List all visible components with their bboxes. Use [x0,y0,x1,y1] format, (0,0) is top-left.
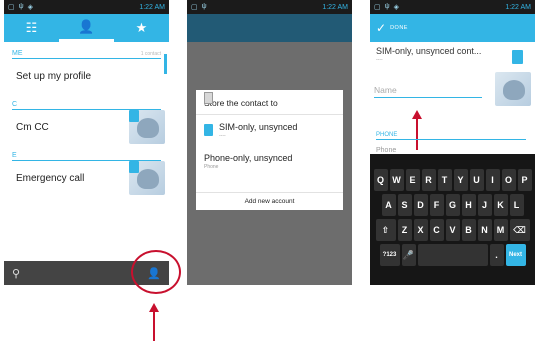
annotation-arrow [149,303,159,341]
option-phone[interactable]: Phone-only, unsynced Phone [196,92,343,177]
key[interactable]: W [389,169,404,191]
backspace-key-icon[interactable]: ⌫ [509,219,530,241]
dimmed-action-bar [187,14,352,42]
contact-photo[interactable] [129,161,165,195]
status-bar: ▢ ψ 1:22 AM [187,0,352,14]
mic-key-icon[interactable]: 🎤 [401,244,416,266]
notification-icon: ▢ [191,4,198,11]
sim-icon [204,124,213,136]
name-field[interactable]: Name [374,78,482,98]
symbols-key[interactable]: ?123 [379,244,400,266]
notification-icon: ▢ [374,4,381,11]
contact-list: ME 1 contact Set up my profile C Cm CC E… [4,48,169,267]
key[interactable]: H [461,194,476,216]
groups-icon: ☷ [25,20,38,35]
contact-photo[interactable] [129,110,165,144]
key[interactable]: N [477,219,492,241]
add-account-button[interactable]: Add new account [196,192,343,210]
key[interactable]: E [405,169,420,191]
status-bar: ▢ ψ ◈ 1:22 AM [4,0,169,14]
usb-icon: ψ [384,3,390,10]
clock: 1:22 AM [505,3,531,11]
phone-section-header: PHONE [376,132,526,140]
notification-icon: ▢ [8,4,15,11]
person-icon: 👤 [78,18,95,34]
list-item[interactable]: Emergency call [4,161,169,195]
sync-icon: ◈ [393,4,400,11]
key[interactable]: Q [373,169,388,191]
scrollbar[interactable] [164,54,167,74]
key[interactable]: V [445,219,460,241]
keyboard-row-1: Q W E R T Y U I O P [372,169,533,191]
keyboard-row-4: ?123 🎤 . Next [372,244,533,266]
section-header: C [12,99,161,110]
usb-icon: ψ [18,3,24,10]
store-contact-dialog: Store the contact to SIM-only, unsynced … [196,90,343,210]
list-item[interactable]: Set up my profile [4,59,169,93]
edit-contact-screen: ▢ ψ ◈ 1:22 AM ✓ DONE SIM-only, unsynced … [370,0,535,285]
key[interactable]: C [429,219,444,241]
space-key[interactable] [417,244,488,266]
key[interactable]: X [413,219,428,241]
sim-icon [512,50,523,64]
tab-bar: ☷ 👤 ★ [4,14,169,42]
period-key[interactable]: . [489,244,504,266]
keyboard-row-3: ⇧ Z X C V B N M ⌫ [372,219,533,241]
clock: 1:22 AM [139,3,165,11]
section-header: ME 1 contact [12,50,161,59]
done-bar[interactable]: ✓ DONE [370,14,535,42]
keyboard-hint-row [372,156,533,166]
search-icon[interactable]: ⚲ [12,267,20,280]
key[interactable]: U [469,169,484,191]
phone-icon [204,92,213,104]
usb-icon: ψ [201,3,207,10]
key[interactable]: S [397,194,412,216]
key[interactable]: B [461,219,476,241]
key[interactable]: P [517,169,532,191]
annotation-arrow [412,110,422,150]
contact-photo[interactable] [495,72,531,106]
key[interactable]: O [501,169,516,191]
key[interactable]: D [413,194,428,216]
key[interactable]: K [493,194,508,216]
key[interactable]: J [477,194,492,216]
done-label: DONE [390,25,408,31]
highlight-circle [131,250,181,294]
next-key[interactable]: Next [505,244,526,266]
keyboard-row-2: A S D F G H J K L [372,194,533,216]
tab-favorites[interactable]: ★ [114,14,169,42]
store-contact-screen: ▢ ψ 1:22 AM Store the contact to SIM-onl… [187,0,352,285]
key[interactable]: A [381,194,396,216]
key[interactable]: Z [397,219,412,241]
shift-key-icon[interactable]: ⇧ [375,219,396,241]
clock: 1:22 AM [322,3,348,11]
option-sim[interactable]: SIM-only, unsynced ---- [196,115,343,146]
tab-groups[interactable]: ☷ [4,14,59,42]
check-icon: ✓ [376,21,387,35]
account-selector[interactable]: SIM-only, unsynced cont... ---- [370,42,535,70]
key[interactable]: Y [453,169,468,191]
phone-field[interactable]: Phone [376,147,396,154]
key[interactable]: T [437,169,452,191]
key[interactable]: F [429,194,444,216]
star-icon: ★ [135,20,148,35]
status-bar: ▢ ψ ◈ 1:22 AM [370,0,535,14]
key[interactable]: L [509,194,524,216]
sync-icon: ◈ [27,4,34,11]
key[interactable]: I [485,169,500,191]
key[interactable]: R [421,169,436,191]
tab-contacts[interactable]: 👤 [59,14,114,42]
contacts-screen: ▢ ψ ◈ 1:22 AM ☷ 👤 ★ ME 1 contact Set up … [4,0,169,285]
key[interactable]: G [445,194,460,216]
dialog-title: Store the contact to [196,90,343,115]
key[interactable]: M [493,219,508,241]
soft-keyboard: Q W E R T Y U I O P A S D F G H J K L ⇧ … [370,154,535,285]
section-header: E [12,150,161,161]
list-item[interactable]: Cm CC [4,110,169,144]
